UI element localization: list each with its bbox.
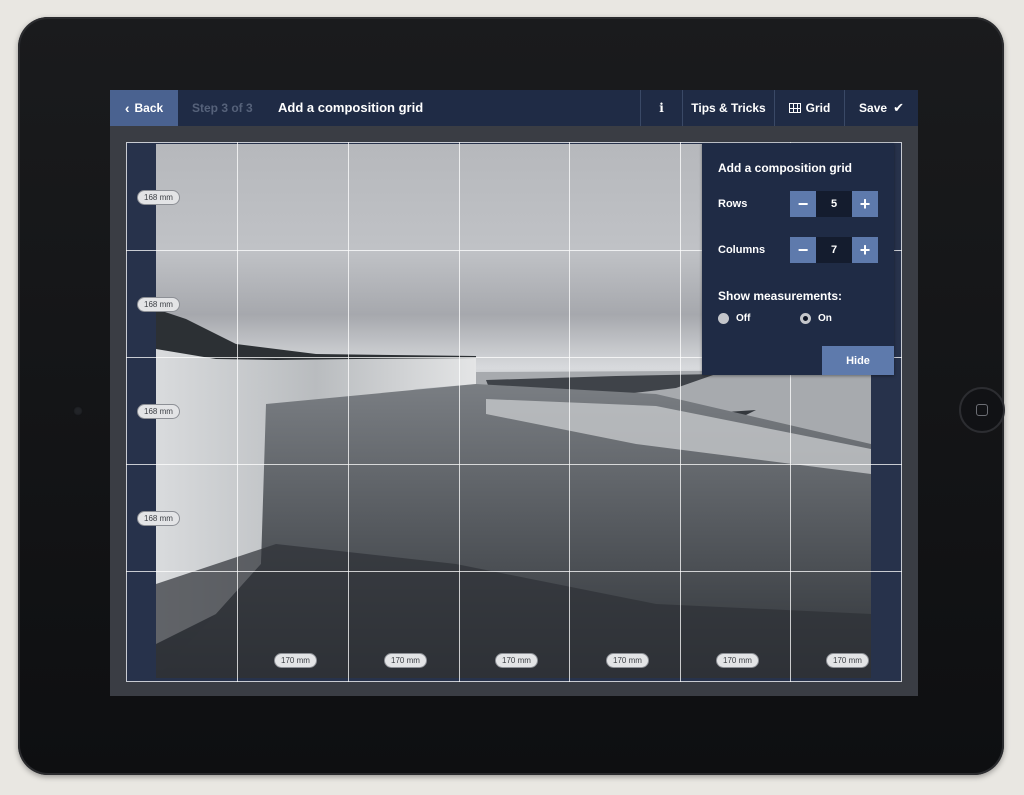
page-title: Add a composition grid bbox=[278, 100, 424, 115]
grid-column-line bbox=[569, 142, 570, 682]
grid-column-line bbox=[680, 142, 681, 682]
grid-row-line bbox=[126, 464, 902, 465]
row-measurement-label: 168 mm bbox=[137, 511, 180, 526]
grid-label: Grid bbox=[805, 101, 831, 115]
checkmark-icon: ✔ bbox=[893, 100, 904, 115]
measurements-on-radio[interactable]: On bbox=[800, 313, 832, 324]
column-measurement-label: 170 mm bbox=[716, 653, 759, 668]
rows-label: Rows bbox=[718, 198, 748, 210]
step-indicator: Step 3 of 3 bbox=[192, 101, 253, 115]
grid-column-line bbox=[459, 142, 460, 682]
app-screen: ‹ Back Step 3 of 3 Add a composition gri… bbox=[110, 90, 918, 696]
save-label: Save bbox=[859, 101, 888, 115]
columns-stepper: − 7 + bbox=[790, 237, 878, 263]
home-button[interactable] bbox=[959, 387, 1005, 433]
grid-column-line bbox=[348, 142, 349, 682]
grid-column-line bbox=[237, 142, 238, 682]
save-button[interactable]: Save ✔ bbox=[844, 90, 918, 126]
camera-icon bbox=[73, 406, 83, 416]
hide-button[interactable]: Hide bbox=[822, 346, 894, 375]
column-measurement-label: 170 mm bbox=[606, 653, 649, 668]
home-square-icon bbox=[976, 404, 988, 416]
on-label: On bbox=[818, 313, 832, 324]
radio-off-icon bbox=[718, 313, 729, 324]
back-button[interactable]: ‹ Back bbox=[110, 90, 178, 126]
info-button[interactable]: i bbox=[640, 90, 682, 126]
columns-decrement-button[interactable]: − bbox=[790, 237, 816, 263]
column-measurement-label: 170 mm bbox=[495, 653, 538, 668]
measurements-off-radio[interactable]: Off bbox=[718, 313, 750, 324]
column-measurement-label: 170 mm bbox=[384, 653, 427, 668]
grid-settings-panel: Add a composition grid Rows − 5 + Column… bbox=[702, 143, 894, 375]
row-measurement-label: 168 mm bbox=[137, 297, 180, 312]
columns-increment-button[interactable]: + bbox=[852, 237, 878, 263]
rows-decrement-button[interactable]: − bbox=[790, 191, 816, 217]
tips-and-tricks-button[interactable]: Tips & Tricks bbox=[682, 90, 774, 126]
panel-title: Add a composition grid bbox=[718, 161, 852, 175]
columns-value: 7 bbox=[816, 237, 852, 263]
tips-label: Tips & Tricks bbox=[691, 101, 766, 115]
grid-icon bbox=[788, 103, 801, 113]
show-measurements-label: Show measurements: bbox=[718, 289, 843, 303]
radio-on-icon bbox=[800, 313, 811, 324]
off-label: Off bbox=[736, 313, 751, 324]
rows-stepper: − 5 + bbox=[790, 191, 878, 217]
chevron-left-icon: ‹ bbox=[124, 100, 130, 116]
top-toolbar: ‹ Back Step 3 of 3 Add a composition gri… bbox=[110, 90, 918, 126]
columns-label: Columns bbox=[718, 244, 766, 256]
grid-row-line bbox=[126, 571, 902, 572]
row-measurement-label: 168 mm bbox=[137, 190, 180, 205]
row-measurement-label: 168 mm bbox=[137, 404, 180, 419]
rows-increment-button[interactable]: + bbox=[852, 191, 878, 217]
grid-button[interactable]: Grid bbox=[774, 90, 844, 126]
rows-value: 5 bbox=[816, 191, 852, 217]
column-measurement-label: 170 mm bbox=[826, 653, 869, 668]
back-label: Back bbox=[134, 101, 164, 115]
info-icon: i bbox=[659, 101, 664, 115]
column-measurement-label: 170 mm bbox=[274, 653, 317, 668]
